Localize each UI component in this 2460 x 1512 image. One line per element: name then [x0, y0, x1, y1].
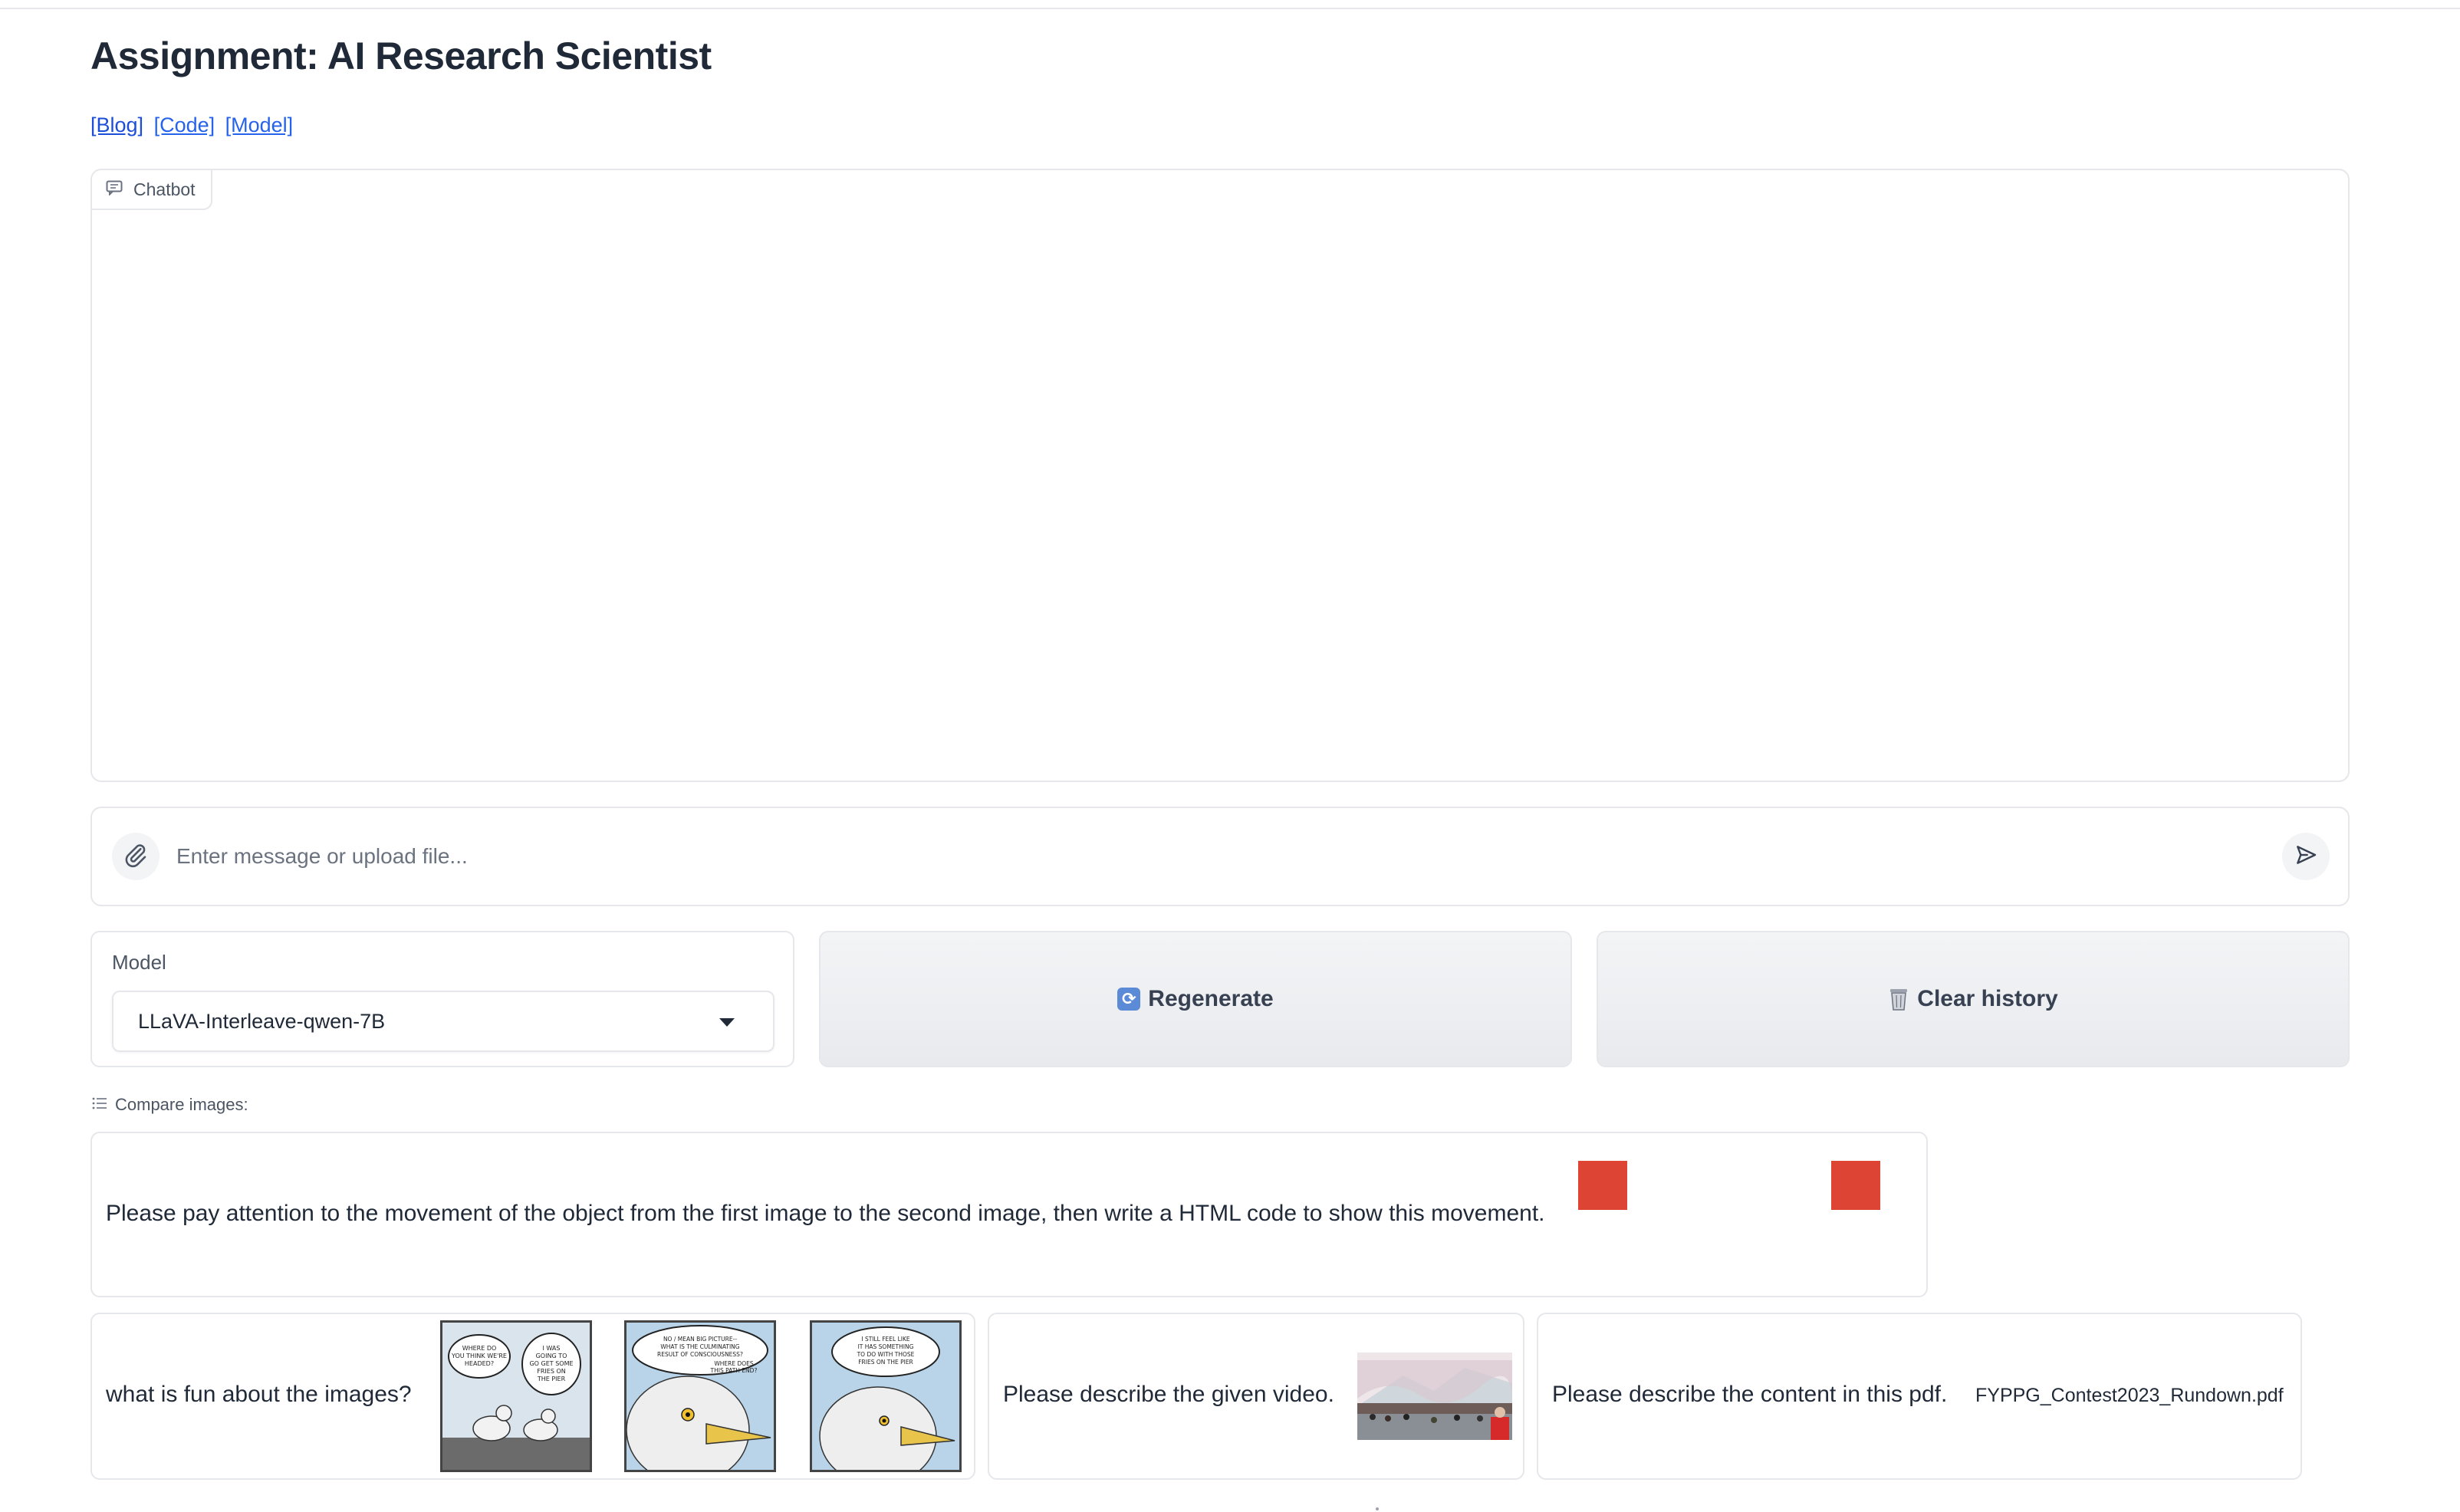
top-divider	[0, 8, 2460, 9]
svg-text:FRIES ON THE PIER: FRIES ON THE PIER	[858, 1359, 913, 1366]
svg-text:GOING TO: GOING TO	[536, 1353, 567, 1359]
list-icon	[92, 1095, 107, 1115]
chatbot-label-text: Chatbot	[133, 179, 196, 199]
comic-panel-1: WHERE DO YOU THINK WE'RE HEADED? I WAS G…	[440, 1320, 592, 1472]
svg-text:IT HAS SOMETHING: IT HAS SOMETHING	[858, 1343, 914, 1350]
send-icon	[2294, 843, 2318, 871]
example-image-red-square-1	[1578, 1161, 1627, 1210]
model-dropdown[interactable]: LLaVA-Interleave-qwen-7B	[112, 991, 775, 1052]
example-card-pdf[interactable]: Please describe the content in this pdf.…	[1537, 1313, 2302, 1480]
example-card-movement[interactable]: Please pay attention to the movement of …	[90, 1132, 1928, 1297]
attach-file-button[interactable]	[112, 833, 160, 880]
blog-link[interactable]: [Blog]	[90, 113, 143, 136]
trash-icon	[1888, 987, 1909, 1011]
clear-history-label: Clear history	[1917, 986, 2058, 1011]
comic-panel-3: I STILL FEEL LIKE IT HAS SOMETHING TO DO…	[810, 1320, 962, 1472]
example-text: Please describe the given video.	[1003, 1382, 1334, 1407]
chatbot-panel[interactable]: Chatbot	[90, 169, 2350, 782]
example-card-comic[interactable]: what is fun about the images? WHERE DO Y…	[90, 1313, 975, 1480]
refresh-icon: ⟳	[1117, 988, 1141, 1011]
model-link[interactable]: [Model]	[225, 113, 294, 136]
model-selector-panel: Model LLaVA-Interleave-qwen-7B	[90, 931, 794, 1067]
clear-history-button[interactable]: Clear history	[1597, 931, 2350, 1067]
video-thumbnail	[1357, 1353, 1512, 1440]
scroll-indicator	[1376, 1507, 1379, 1510]
svg-text:HEADED?: HEADED?	[465, 1360, 494, 1367]
example-card-video[interactable]: Please describe the given video.	[988, 1313, 1524, 1480]
code-link[interactable]: [Code]	[154, 113, 215, 136]
chatbot-label: Chatbot	[92, 170, 212, 210]
svg-text:RESULT OF CONSCIOUSNESS?: RESULT OF CONSCIOUSNESS?	[657, 1351, 743, 1358]
svg-text:WHAT IS THE CULMINATING: WHAT IS THE CULMINATING	[660, 1343, 739, 1350]
caret-down-icon	[719, 1018, 735, 1027]
svg-text:NO / MEAN BIG PICTURE--: NO / MEAN BIG PICTURE--	[663, 1336, 737, 1343]
examples-header: Compare images:	[92, 1095, 248, 1115]
svg-text:I WAS: I WAS	[543, 1345, 561, 1352]
svg-text:WHERE DOES: WHERE DOES	[714, 1360, 754, 1367]
paperclip-icon	[123, 842, 149, 872]
svg-text:FRIES ON: FRIES ON	[537, 1368, 565, 1375]
comic-panel-2: NO / MEAN BIG PICTURE-- WHAT IS THE CULM…	[624, 1320, 776, 1472]
examples-label: Compare images:	[115, 1095, 248, 1114]
example-text: what is fun about the images?	[106, 1382, 412, 1407]
chat-icon	[106, 179, 123, 200]
message-input-row	[90, 807, 2350, 906]
svg-text:WHERE DO: WHERE DO	[462, 1345, 497, 1352]
regenerate-label: Regenerate	[1148, 986, 1274, 1011]
svg-text:TO DO WITH THOSE: TO DO WITH THOSE	[857, 1351, 915, 1358]
example-text: Please describe the content in this pdf.	[1552, 1382, 1948, 1407]
svg-text:YOU THINK WE'RE: YOU THINK WE'RE	[451, 1353, 507, 1359]
svg-text:THE PIER: THE PIER	[537, 1376, 566, 1382]
header-links: [Blog] [Code] [Model]	[90, 113, 298, 137]
example-text: Please pay attention to the movement of …	[106, 1201, 1545, 1226]
svg-text:THIS PATH END?: THIS PATH END?	[710, 1367, 758, 1374]
svg-text:I STILL FEEL LIKE: I STILL FEEL LIKE	[861, 1336, 910, 1343]
model-label: Model	[112, 951, 166, 974]
regenerate-button[interactable]: ⟳ Regenerate	[819, 931, 1572, 1067]
message-input[interactable]	[176, 844, 2282, 869]
model-selected-value: LLaVA-Interleave-qwen-7B	[138, 1009, 386, 1033]
send-button[interactable]	[2282, 833, 2330, 880]
svg-text:GO GET SOME: GO GET SOME	[529, 1360, 573, 1367]
page-title: Assignment: AI Research Scientist	[90, 35, 712, 77]
pdf-file-name: FYPPG_Contest2023_Rundown.pdf	[1975, 1385, 2284, 1406]
example-image-red-square-2	[1831, 1161, 1880, 1210]
